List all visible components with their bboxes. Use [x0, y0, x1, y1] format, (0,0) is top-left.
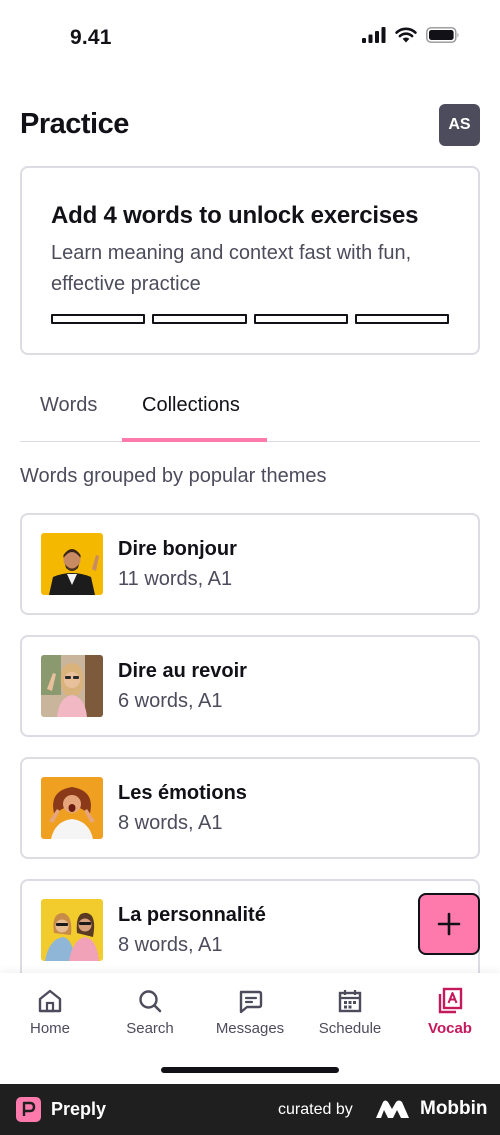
mobbin-logo-icon	[376, 1100, 409, 1118]
collection-title: Dire au revoir	[118, 660, 247, 682]
page-title: Practice	[20, 108, 129, 140]
add-word-button[interactable]	[418, 893, 480, 955]
collection-title: La personnalité	[118, 904, 266, 926]
status-icons	[362, 27, 460, 43]
progress-segment	[152, 314, 247, 324]
words-progress-bar	[51, 314, 449, 324]
unlock-exercises-card: Add 4 words to unlock exercises Learn me…	[20, 166, 480, 355]
collection-thumbnail	[41, 777, 103, 839]
calendar-icon	[338, 990, 362, 1013]
collection-title: Les émotions	[118, 782, 247, 804]
collection-card[interactable]: Dire bonjour 11 words, A1	[20, 513, 480, 615]
nav-label: Search	[126, 1020, 174, 1037]
nav-label: Home	[29, 1020, 70, 1037]
collection-card[interactable]: Dire au revoir 6 words, A1	[20, 635, 480, 737]
unlock-card-subtitle-line1: Learn meaning and context fast with fun,	[51, 242, 412, 264]
progress-segment	[354, 314, 449, 324]
mobbin-brand-name: Mobbin	[420, 1098, 488, 1119]
home-indicator	[161, 1067, 339, 1073]
unlock-card-title: Add 4 words to unlock exercises	[51, 202, 419, 229]
unlock-card-subtitle-line2: effective practice	[51, 273, 201, 295]
section-subtitle: Words grouped by popular themes	[20, 465, 327, 487]
collection-thumbnail	[41, 655, 103, 717]
wifi-icon	[395, 27, 417, 43]
nav-item-schedule[interactable]: Schedule	[300, 987, 400, 1037]
collection-title: Dire bonjour	[118, 538, 237, 560]
nav-label: Schedule	[318, 1020, 382, 1037]
nav-item-search[interactable]: Search	[100, 987, 200, 1037]
collection-meta: 8 words, A1	[118, 812, 223, 834]
signal-icon	[362, 27, 386, 43]
collection-card[interactable]: Les émotions 8 words, A1	[20, 757, 480, 859]
nav-item-home[interactable]: Home	[0, 987, 100, 1037]
nav-item-vocab[interactable]: Vocab	[400, 987, 500, 1037]
collection-meta: 11 words, A1	[118, 568, 233, 590]
nav-label: Messages	[215, 1020, 285, 1037]
preply-logo-icon	[16, 1097, 41, 1122]
page-header: Practice AS	[20, 104, 480, 148]
progress-segment	[51, 314, 146, 324]
collection-thumbnail	[41, 533, 103, 595]
unlock-card-subtitle: Learn meaning and context fast with fun,…	[51, 238, 449, 300]
nav-item-messages[interactable]: Messages	[200, 987, 300, 1037]
tab-words[interactable]: Words	[40, 394, 97, 417]
vocab-icon	[438, 987, 463, 1014]
practice-tabs: Words Collections	[20, 380, 480, 442]
collection-meta: 8 words, A1	[118, 934, 223, 956]
plus-icon	[437, 912, 461, 936]
status-bar: 9.41	[0, 0, 500, 76]
search-icon	[139, 990, 162, 1013]
bottom-navigation: Home Search Messages Schedule Vocab	[0, 973, 500, 1084]
collection-meta: 6 words, A1	[118, 690, 223, 712]
footer-bar: Preply curated by Mobbin	[0, 1084, 500, 1135]
preply-brand-name: Preply	[51, 1099, 107, 1119]
avatar[interactable]: AS	[439, 104, 480, 146]
curated-by-label: curated by	[278, 1101, 353, 1118]
collection-thumbnail	[41, 899, 103, 961]
nav-label: Vocab	[428, 1020, 472, 1037]
tab-collections[interactable]: Collections	[142, 394, 240, 417]
home-icon	[38, 989, 62, 1013]
battery-icon	[426, 27, 459, 43]
status-time: 9.41	[70, 26, 112, 49]
messages-icon	[239, 990, 263, 1014]
progress-segment	[253, 314, 348, 324]
active-tab-indicator	[122, 438, 267, 442]
collection-card[interactable]: La personnalité 8 words, A1	[20, 879, 480, 981]
